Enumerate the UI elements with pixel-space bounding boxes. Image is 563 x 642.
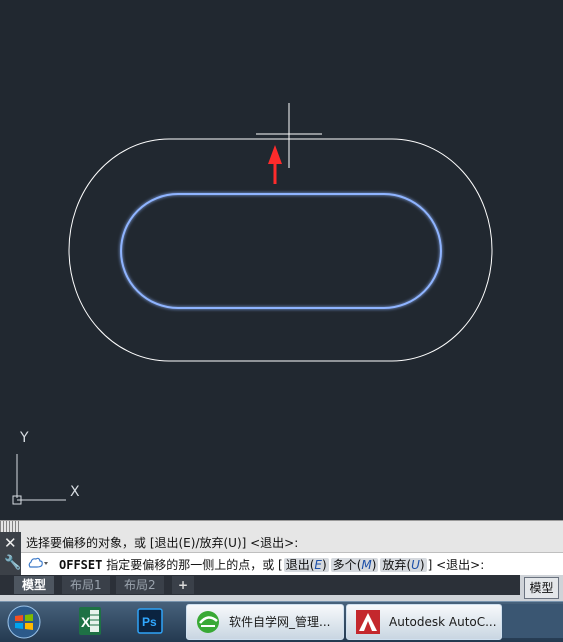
prompt-tail: ] <退出>: — [427, 558, 485, 572]
model-space-toggle[interactable]: 模型 — [524, 577, 559, 599]
command-history-line: 选择要偏移的对象，或 [退出(E)/放弃(U)] <退出>: — [26, 536, 299, 550]
excel-label: X — [81, 614, 91, 630]
photoshop-icon[interactable]: Ps — [130, 604, 170, 638]
prompt-text: 指定要偏移的那一侧上的点，或 [ — [106, 558, 283, 572]
command-prompt-icon[interactable] — [27, 556, 49, 570]
taskbar-app-label: Autodesk AutoC... — [389, 615, 497, 629]
ucs-y-label: Y — [20, 430, 29, 446]
tab-layout2[interactable]: 布局2 — [116, 576, 164, 594]
outer-slot-outline[interactable] — [68, 138, 493, 362]
option-exit[interactable]: 退出(E) — [283, 558, 329, 572]
taskbar-app-browser[interactable]: 软件自学网_管理... — [186, 604, 344, 640]
direction-arrow-icon — [268, 145, 282, 184]
wrench-icon[interactable]: 🔧 — [4, 555, 21, 571]
command-history: 选择要偏移的对象，或 [退出(E)/放弃(U)] <退出>: — [0, 520, 563, 553]
autocad-icon — [356, 610, 380, 634]
taskbar-overflow — [502, 604, 563, 638]
selected-slot-outline[interactable] — [120, 193, 442, 309]
excel-icon[interactable]: X — [70, 604, 110, 638]
taskbar-app-autocad[interactable]: Autodesk AutoC... — [346, 604, 502, 640]
command-name: OFFSET — [59, 558, 103, 572]
option-multiple[interactable]: 多个(M) — [330, 558, 379, 572]
close-icon[interactable]: ✕ — [4, 534, 17, 552]
start-button[interactable] — [4, 604, 44, 640]
command-prompt: OFFSET 指定要偏移的那一侧上的点，或 [退出(E) 多个(M) 放弃(U)] … — [59, 556, 484, 573]
option-undo[interactable]: 放弃(U) — [380, 558, 427, 572]
ucs-x-label: X — [70, 484, 80, 500]
drawing-svg[interactable] — [0, 0, 563, 520]
taskbar-app-label: 软件自学网_管理... — [229, 615, 331, 629]
crosshair-cursor — [256, 103, 322, 168]
command-line-input[interactable]: OFFSET 指定要偏移的那一侧上的点，或 [退出(E) 多个(M) 放弃(U)] … — [21, 552, 563, 576]
drawing-canvas[interactable]: Y X — [0, 0, 563, 520]
tab-layout1[interactable]: 布局1 — [62, 576, 110, 594]
photoshop-label: Ps — [142, 615, 157, 629]
command-window-sidebar: ✕ 🔧 — [0, 532, 21, 576]
browser-icon — [197, 611, 219, 633]
ucs-icon — [12, 454, 66, 505]
tab-model[interactable]: 模型 — [14, 576, 55, 594]
add-layout-button[interactable]: + — [172, 576, 195, 594]
